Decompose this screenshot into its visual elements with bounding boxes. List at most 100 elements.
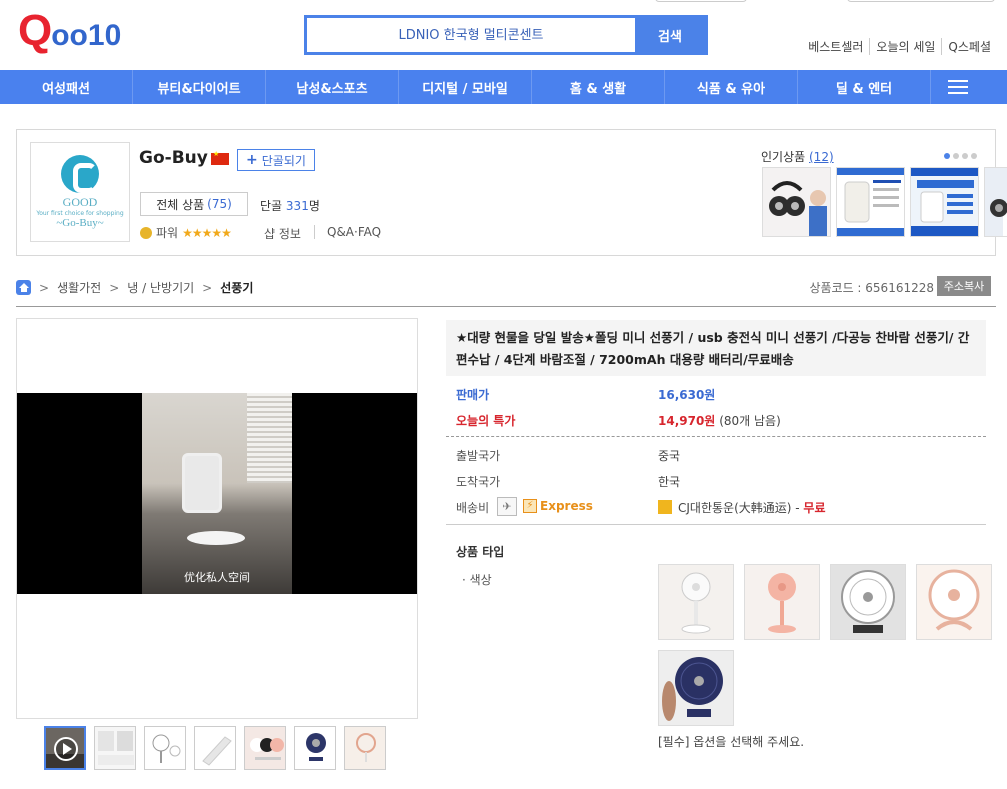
nav-item-men-sports[interactable]: 남성&스포츠: [266, 70, 399, 104]
lightning-icon: ⚡: [523, 499, 537, 513]
video-subtitle: 优化私人空间: [184, 571, 250, 584]
option-required-note: [필수] 옵션을 선택해 주세요.: [658, 735, 805, 749]
popular-label: 인기상품: [761, 150, 806, 164]
white-fan-image: [659, 565, 733, 639]
woman-fan-image: [985, 168, 1007, 236]
shop-logo-mark-icon: [61, 155, 99, 193]
breadcrumb-current[interactable]: 선풍기: [220, 279, 253, 296]
shop-logo[interactable]: GOOD Your first choice for shopping ~Go-…: [30, 142, 130, 242]
gallery-image: [295, 727, 335, 769]
nav-item-digital[interactable]: 디지털 / 모바일: [399, 70, 532, 104]
today-sale-link[interactable]: 오늘의 세일: [869, 38, 941, 55]
color-options: [658, 564, 994, 726]
deal-price-row: 14,970원 (80개 남음): [658, 412, 781, 429]
carousel-dot[interactable]: [944, 153, 950, 159]
shipping-fee: 무료: [803, 501, 826, 515]
breadcrumb-item[interactable]: 생활가전: [57, 279, 101, 296]
best-seller-link[interactable]: 베스트셀러: [802, 38, 869, 55]
destination-value: 한국: [658, 475, 681, 489]
gray-fan-image: [831, 565, 905, 639]
gallery-image: [145, 727, 185, 769]
all-products-button[interactable]: 전체 상품 (75): [140, 192, 248, 216]
chevron-right-icon: >: [39, 280, 50, 295]
nav-item-deal[interactable]: 딜 & 엔터: [798, 70, 931, 104]
divider: [446, 524, 986, 525]
home-icon[interactable]: [16, 280, 31, 295]
navy-fan-image: [659, 651, 733, 725]
popular-product-thumb[interactable]: [910, 167, 979, 237]
carousel-dot[interactable]: [953, 153, 959, 159]
origin-value: 중국: [658, 449, 681, 463]
china-flag-icon: [211, 150, 229, 165]
top-links: 베스트셀러 오늘의 세일 Q스페셜: [802, 38, 997, 55]
price-label: 판매가: [456, 388, 490, 402]
destination-label: 도착국가: [456, 475, 501, 489]
shipping-label: 배송비: [456, 501, 490, 515]
nav-item-food[interactable]: 식품 & 유아: [665, 70, 798, 104]
carousel-dot[interactable]: [971, 153, 977, 159]
deal-remaining: (80개 남음): [719, 414, 781, 428]
shop-logo-name: ~Go-Buy~: [56, 217, 104, 229]
qoo10-logo[interactable]: Qoo10: [18, 6, 121, 56]
top-tab-button[interactable]: [655, 0, 747, 2]
regular-customers: 단골 331명: [260, 197, 320, 214]
seller-name[interactable]: Go-Buy: [139, 148, 208, 168]
filter-product-image: [837, 168, 904, 236]
hamburger-menu-icon[interactable]: [931, 70, 984, 104]
all-products-label: 전체 상품: [156, 197, 205, 212]
popular-product-thumb[interactable]: [984, 167, 1007, 237]
qa-faq-link[interactable]: Q&A·FAQ: [314, 225, 381, 239]
gallery-thumb-video[interactable]: [44, 726, 86, 770]
color-option-peach[interactable]: [916, 564, 992, 640]
nav-item-beauty[interactable]: 뷰티&다이어트: [133, 70, 266, 104]
color-option-pink[interactable]: [744, 564, 820, 640]
gallery-thumb[interactable]: [344, 726, 386, 770]
breadcrumb: > 생활가전 > 냉 / 난방기기 > 선풍기: [16, 279, 253, 296]
express-badge: ⚡ Express: [523, 499, 593, 513]
nav-item-women-fashion[interactable]: 여성패션: [0, 70, 133, 104]
shop-logo-good: GOOD: [62, 195, 98, 209]
header: Qoo10 검색 베스트셀러 오늘의 세일 Q스페셜: [0, 0, 1007, 70]
peach-fan-image: [917, 565, 991, 639]
gallery-thumb[interactable]: [194, 726, 236, 770]
express-label: Express: [540, 499, 593, 513]
search-input[interactable]: [307, 18, 635, 52]
top-tab-button[interactable]: [847, 0, 995, 2]
gallery-thumb[interactable]: [294, 726, 336, 770]
popular-product-thumb[interactable]: [836, 167, 905, 237]
nav-item-home[interactable]: 홈 & 생활: [532, 70, 665, 104]
product-type-label: 상품 타입: [456, 545, 505, 559]
regular-unit: 명: [308, 199, 320, 213]
search-button[interactable]: 검색: [635, 18, 705, 52]
product-media-viewer: 优化私人空间: [16, 318, 418, 719]
dehumidifier-image: [911, 168, 978, 236]
popular-count[interactable]: (12): [809, 150, 834, 164]
q-special-link[interactable]: Q스페셜: [941, 38, 997, 55]
gallery-thumb[interactable]: [94, 726, 136, 770]
gallery-image: [245, 727, 285, 769]
gallery-thumb[interactable]: [144, 726, 186, 770]
gallery-image: [345, 727, 385, 769]
shop-info-link[interactable]: 샵 정보: [264, 225, 301, 242]
carousel-dot[interactable]: [962, 153, 968, 159]
carousel-dots: [944, 153, 977, 159]
color-option-navy[interactable]: [658, 650, 734, 726]
category-nav: 여성패션 뷰티&다이어트 남성&스포츠 디지털 / 모바일 홈 & 생활 식품 …: [0, 70, 1007, 104]
video-fan-base: [187, 531, 245, 545]
breadcrumb-item[interactable]: 냉 / 난방기기: [127, 279, 194, 296]
carrier-name: CJ대한통운(大韩通运) -: [678, 501, 800, 515]
package-icon: [658, 500, 672, 514]
follow-label: 단골되기: [261, 153, 306, 168]
price-value: 16,630원: [658, 388, 716, 402]
divider: [16, 306, 996, 307]
gallery-thumb[interactable]: [244, 726, 286, 770]
color-option-white[interactable]: [658, 564, 734, 640]
divider: [446, 436, 986, 437]
power-rating: 파워 ★★★★★: [140, 224, 232, 241]
popular-product-thumb[interactable]: [762, 167, 831, 237]
star-rating-icon: ★★★★★: [182, 225, 232, 240]
follow-button[interactable]: + 단골되기: [237, 149, 315, 171]
color-option-gray[interactable]: [830, 564, 906, 640]
product-video[interactable]: 优化私人空间: [17, 393, 417, 594]
copy-address-button[interactable]: 주소복사: [937, 276, 991, 296]
